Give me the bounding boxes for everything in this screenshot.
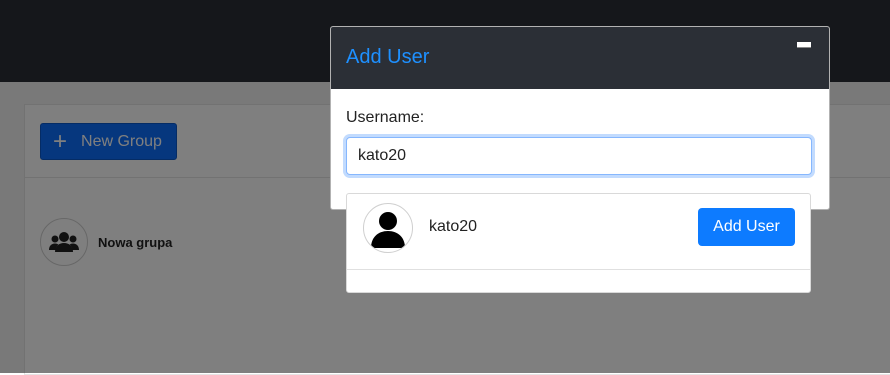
username-input[interactable] — [346, 137, 812, 175]
modal-title: Add User — [346, 46, 430, 68]
username-label: Username: — [346, 109, 425, 126]
add-user-button[interactable]: Add User — [698, 208, 795, 246]
search-results-dropdown: kato20 Add User — [346, 193, 811, 293]
modal-body: Username: — [331, 89, 829, 175]
minimize-icon[interactable] — [797, 42, 811, 48]
search-result-row: kato20 Add User — [347, 194, 810, 270]
modal-header: Add User — [331, 27, 829, 89]
add-user-modal: Add User Username: — [330, 26, 830, 210]
result-username: kato20 — [429, 218, 478, 235]
user-icon — [363, 203, 413, 253]
